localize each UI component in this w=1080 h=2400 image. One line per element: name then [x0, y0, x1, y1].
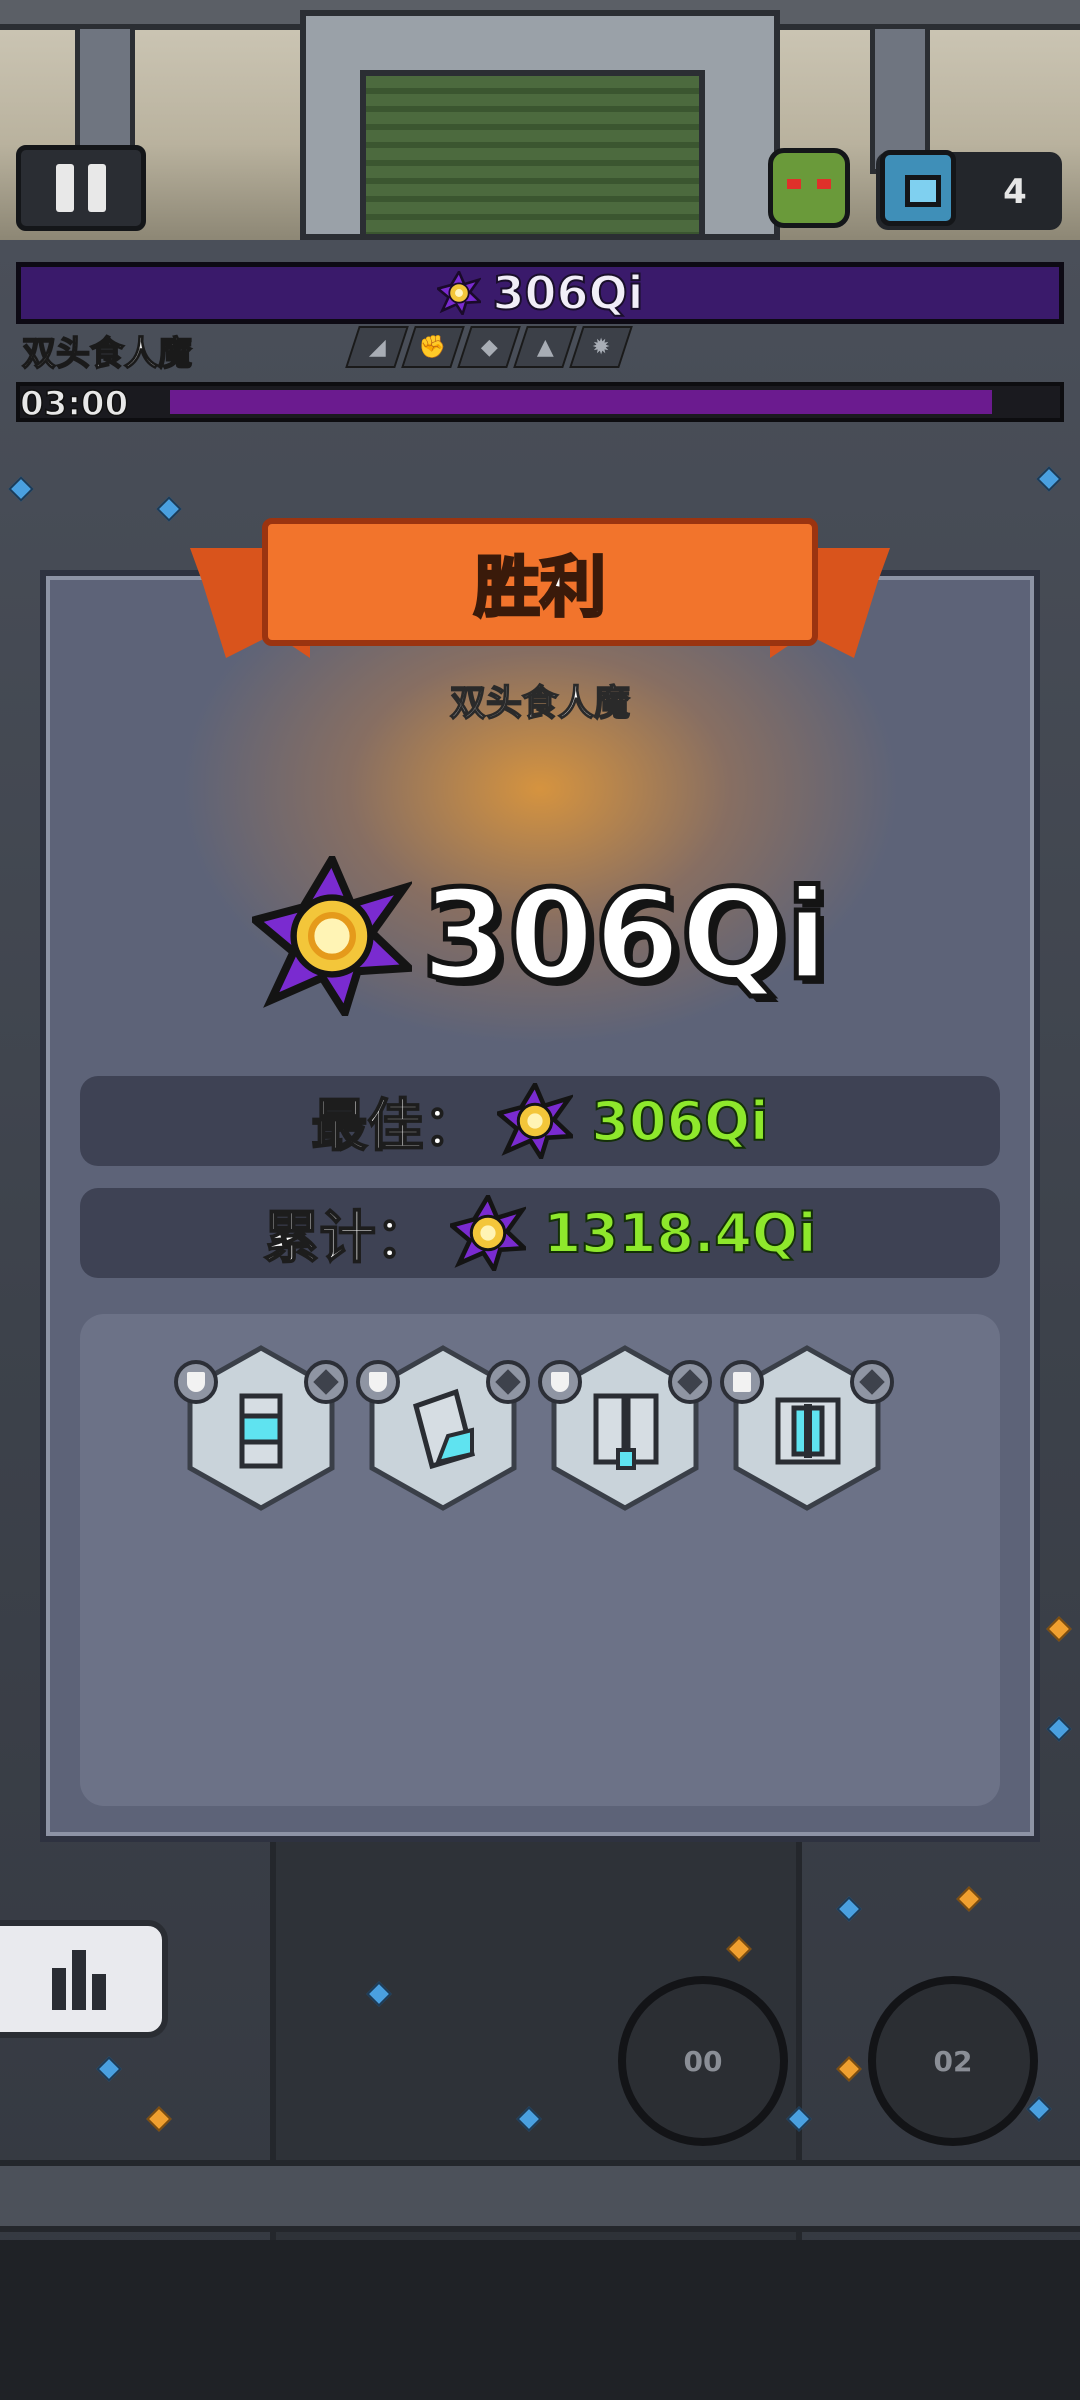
- equipment-item-crystal[interactable]: [356, 1344, 530, 1512]
- damage-value: 306Qi: [419, 862, 831, 1011]
- shield-trait-icon: ◆: [457, 326, 521, 368]
- pause-icon-bar: [88, 164, 106, 212]
- total-row: 累计： 1318.4Qi: [80, 1188, 1000, 1278]
- skill-1-count: 00: [683, 2044, 723, 2078]
- shield-icon: [538, 1360, 582, 1404]
- reward-equipment-box: [80, 1314, 1000, 1806]
- boss-hp-value: 306Qi: [492, 265, 645, 321]
- shield-icon: [356, 1360, 400, 1404]
- pause-icon: [56, 164, 74, 212]
- boss-trait-tags: ◢ ✊ ◆ ▲ ✹: [345, 326, 633, 368]
- equipment-item-cylinder[interactable]: [174, 1344, 348, 1512]
- bar-chart-icon-bar: [72, 1950, 86, 2010]
- chest-icon: [880, 150, 956, 226]
- victory-panel: 双头食人魔 306Qi 最佳： 306Qi 累计： 1318.4Qi: [40, 570, 1040, 1842]
- best-value: 306Qi: [590, 1089, 769, 1154]
- damage-score: 306Qi: [46, 856, 1034, 1016]
- gate-shutter: [360, 70, 705, 240]
- floor-rail: [0, 2160, 1080, 2232]
- burst-coin-icon: [436, 271, 481, 315]
- timer-text: 03:00: [19, 383, 129, 425]
- total-value: 1318.4Qi: [543, 1201, 818, 1266]
- skull-icon: [304, 1360, 348, 1404]
- total-label: 累计：: [263, 1205, 433, 1272]
- burst-coin-icon: [449, 1195, 526, 1271]
- burst-coin-icon: [497, 1083, 574, 1159]
- best-row: 最佳： 306Qi: [80, 1076, 1000, 1166]
- boss-hp-display: 306Qi: [21, 265, 1059, 321]
- plate-icon: [668, 1360, 712, 1404]
- skill-button-1[interactable]: 00: [618, 1976, 788, 2146]
- victory-banner: 胜利: [190, 518, 890, 682]
- bottom-strip: [0, 2240, 1080, 2400]
- equipment-list: [174, 1344, 894, 1512]
- boss-hp-bar: 306Qi: [16, 262, 1064, 324]
- pause-button[interactable]: [16, 145, 146, 231]
- equipment-item-magnet[interactable]: [720, 1344, 894, 1512]
- monster-face-icon: [768, 148, 850, 228]
- banner-body: 胜利: [262, 518, 818, 646]
- fist-icon: ✊: [401, 326, 465, 368]
- skill-button-2[interactable]: 02: [868, 1976, 1038, 2146]
- shield-icon: [174, 1360, 218, 1404]
- timer-progress: [170, 390, 992, 414]
- flame-icon: ▲: [513, 326, 577, 368]
- crown-icon: [720, 1360, 764, 1404]
- timer-bar: 03:00: [16, 382, 1064, 425]
- equipment-item-twin-tanks[interactable]: [538, 1344, 712, 1512]
- skill-2-count: 02: [933, 2044, 973, 2078]
- beast-icon: [850, 1360, 894, 1404]
- bar-chart-icon: [52, 1968, 66, 2010]
- boss-name: 双头食人魔: [21, 333, 193, 375]
- claw-icon: ◢: [345, 326, 409, 368]
- burst-coin-icon: [251, 856, 412, 1016]
- gear-icon: ✹: [569, 326, 633, 368]
- boss-info-row: 双头食人魔 ◢ ✊ ◆ ▲ ✹: [16, 322, 633, 375]
- chest-count: 4: [1003, 172, 1027, 212]
- feather-icon: [486, 1360, 530, 1404]
- victory-title: 胜利: [473, 548, 608, 628]
- bar-chart-icon-bar: [92, 1974, 106, 2010]
- best-label: 最佳：: [310, 1093, 480, 1160]
- stats-button[interactable]: [0, 1920, 168, 2038]
